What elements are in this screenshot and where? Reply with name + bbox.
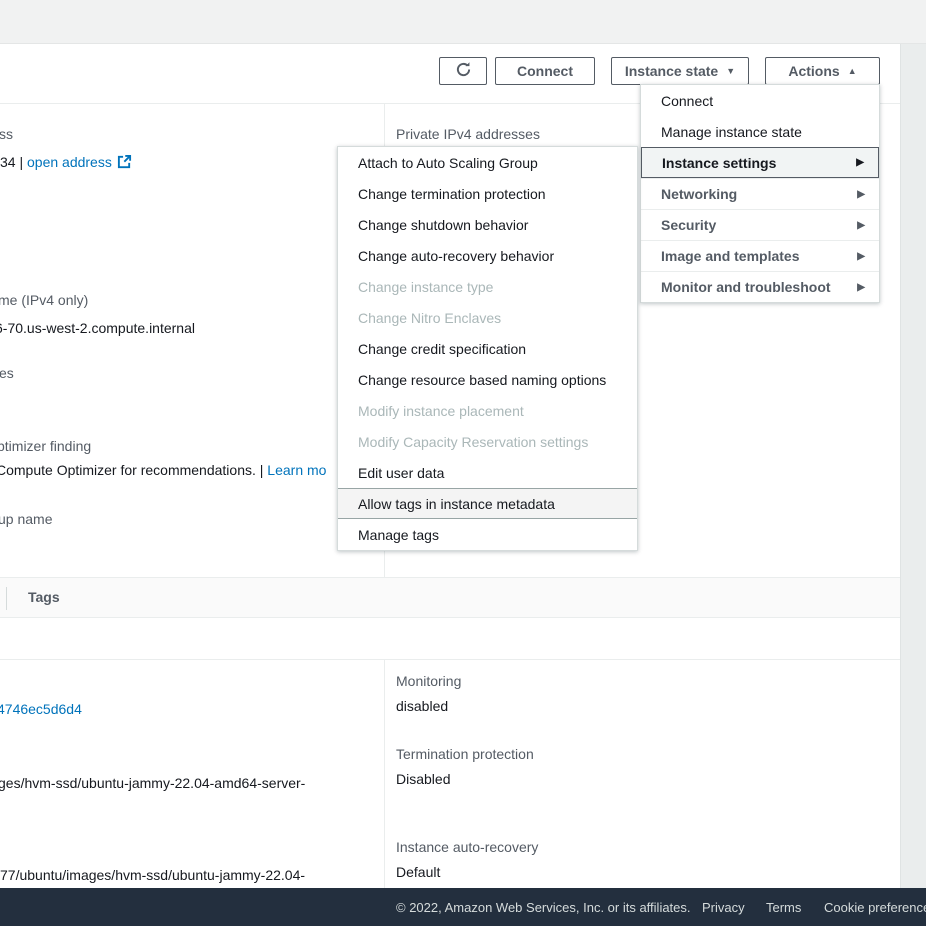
menu-item-label: Manage tags [358,527,439,543]
submenu-arrow-icon: ▶ [857,251,865,262]
refresh-icon [455,61,472,81]
ami-name-value: ges/hvm-ssd/ubuntu-jammy-22.04-amd64-ser… [0,775,305,791]
lower-section-divider [0,659,900,660]
ami-location-value: 77/ubuntu/images/hvm-ssd/ubuntu-jammy-22… [0,867,305,883]
menu-item-label: Modify Capacity Reservation settings [358,434,588,450]
console-footer: © 2022, Amazon Web Services, Inc. or its… [0,888,926,926]
actions-menu-item-manage-instance-state[interactable]: Manage instance state [641,116,879,147]
menu-item-label: Edit user data [358,465,444,481]
menu-item-label: Change credit specification [358,341,526,357]
menu-item-label: Monitor and troubleshoot [661,279,831,295]
open-address-link[interactable]: open address [27,154,112,170]
submenu-item-change-resource-based-naming-options[interactable]: Change resource based naming options [338,364,637,395]
optimizer-finding-label: ptimizer finding [0,438,91,454]
ami-id-link[interactable]: 4746ec5d6d4 [0,701,82,717]
menu-item-label: Allow tags in instance metadata [358,496,555,512]
actions-dropdown-menu: Connect Manage instance state Instance s… [640,84,880,303]
submenu-item-change-credit-specification[interactable]: Change credit specification [338,333,637,364]
tab-tags[interactable]: Tags [28,589,60,605]
menu-item-label: Change termination protection [358,186,546,202]
actions-menu-item-connect[interactable]: Connect [641,85,879,116]
submenu-arrow-icon: ▶ [857,189,865,200]
submenu-item-change-termination-protection[interactable]: Change termination protection [338,178,637,209]
menu-item-label: Change auto-recovery behavior [358,248,554,264]
submenu-item-attach-to-auto-scaling-group[interactable]: Attach to Auto Scaling Group [338,147,637,178]
menu-item-label: Change shutdown behavior [358,217,528,233]
footer-copyright: © 2022, Amazon Web Services, Inc. or its… [396,900,691,915]
optimizer-finding-value: Compute Optimizer for recommendations. |… [0,462,326,478]
submenu-item-allow-tags-in-instance-metadata[interactable]: Allow tags in instance metadata [338,488,637,519]
page-right-gutter [900,44,926,888]
public-ip-number: 34 | [0,154,27,170]
submenu-item-modify-capacity-reservation-settings: Modify Capacity Reservation settings [338,426,637,457]
public-ip-label: ss [0,126,13,142]
menu-item-label: Connect [661,93,713,109]
submenu-item-change-instance-type: Change instance type [338,271,637,302]
submenu-item-modify-instance-placement: Modify instance placement [338,395,637,426]
connect-button-label: Connect [517,63,573,79]
menu-item-label: Attach to Auto Scaling Group [358,155,538,171]
caret-down-icon: ▼ [726,67,735,76]
public-ip-value: 34 | open address [0,154,132,172]
connect-button[interactable]: Connect [495,57,595,85]
actions-menu-item-monitor-and-troubleshoot[interactable]: Monitor and troubleshoot ▶ [641,271,879,302]
group-name-label: up name [0,511,52,527]
caret-up-icon: ▲ [848,67,857,76]
footer-privacy-link[interactable]: Privacy [702,900,745,915]
submenu-arrow-icon: ▶ [857,282,865,293]
instance-state-button[interactable]: Instance state ▼ [611,57,749,85]
menu-item-label: Change Nitro Enclaves [358,310,501,326]
actions-menu-item-image-and-templates[interactable]: Image and templates ▶ [641,240,879,271]
footer-cookie-preferences-link[interactable]: Cookie preferences [824,900,926,915]
submenu-arrow-icon: ▶ [857,220,865,231]
submenu-item-manage-tags[interactable]: Manage tags [338,519,637,550]
termination-protection-label: Termination protection [396,746,534,762]
menu-item-label: Change resource based naming options [358,372,606,388]
menu-item-label: Image and templates [661,248,800,264]
submenu-item-change-auto-recovery-behavior[interactable]: Change auto-recovery behavior [338,240,637,271]
auto-recovery-value: Default [396,864,440,880]
monitoring-label: Monitoring [396,673,461,689]
private-ipv4-label: Private IPv4 addresses [396,126,540,142]
submenu-item-edit-user-data[interactable]: Edit user data [338,457,637,488]
lower-column-divider [384,660,385,888]
actions-menu-item-security[interactable]: Security ▶ [641,209,879,240]
auto-recovery-label: Instance auto-recovery [396,839,538,855]
menu-item-label: Change instance type [358,279,493,295]
menu-item-label: Manage instance state [661,124,802,140]
refresh-button[interactable] [439,57,487,85]
menu-item-label: Modify instance placement [358,403,524,419]
instance-state-button-label: Instance state [625,63,718,79]
details-tab-strip: Tags [0,577,900,618]
termination-protection-value: Disabled [396,771,450,787]
optimizer-finding-text: Compute Optimizer for recommendations. | [0,462,267,478]
hostname-value: 6-70.us-west-2.compute.internal [0,320,195,336]
actions-button-label: Actions [788,63,839,79]
submenu-item-change-nitro-enclaves: Change Nitro Enclaves [338,302,637,333]
ec2-instance-details-page: Connect Instance state ▼ Actions ▲ ss 34… [0,0,926,926]
actions-menu-item-instance-settings[interactable]: Instance settings ▶ [641,147,879,178]
actions-menu-item-networking[interactable]: Networking ▶ [641,178,879,209]
monitoring-value: disabled [396,698,448,714]
answer-dns-label: es [0,365,14,381]
external-link-icon [117,154,132,172]
menu-item-label: Networking [661,186,737,202]
submenu-arrow-icon: ▶ [856,157,864,168]
hostname-type-label: me (IPv4 only) [0,292,88,308]
actions-button[interactable]: Actions ▲ [765,57,880,85]
tab-divider [6,587,7,610]
page-top-band [0,0,926,44]
submenu-item-change-shutdown-behavior[interactable]: Change shutdown behavior [338,209,637,240]
menu-item-label: Security [661,217,716,233]
learn-more-link[interactable]: Learn mo [267,462,326,478]
menu-item-label: Instance settings [662,155,776,171]
ami-id-link-wrap: 4746ec5d6d4 [0,701,82,717]
instance-settings-submenu: Attach to Auto Scaling Group Change term… [337,146,638,551]
footer-terms-link[interactable]: Terms [766,900,801,915]
